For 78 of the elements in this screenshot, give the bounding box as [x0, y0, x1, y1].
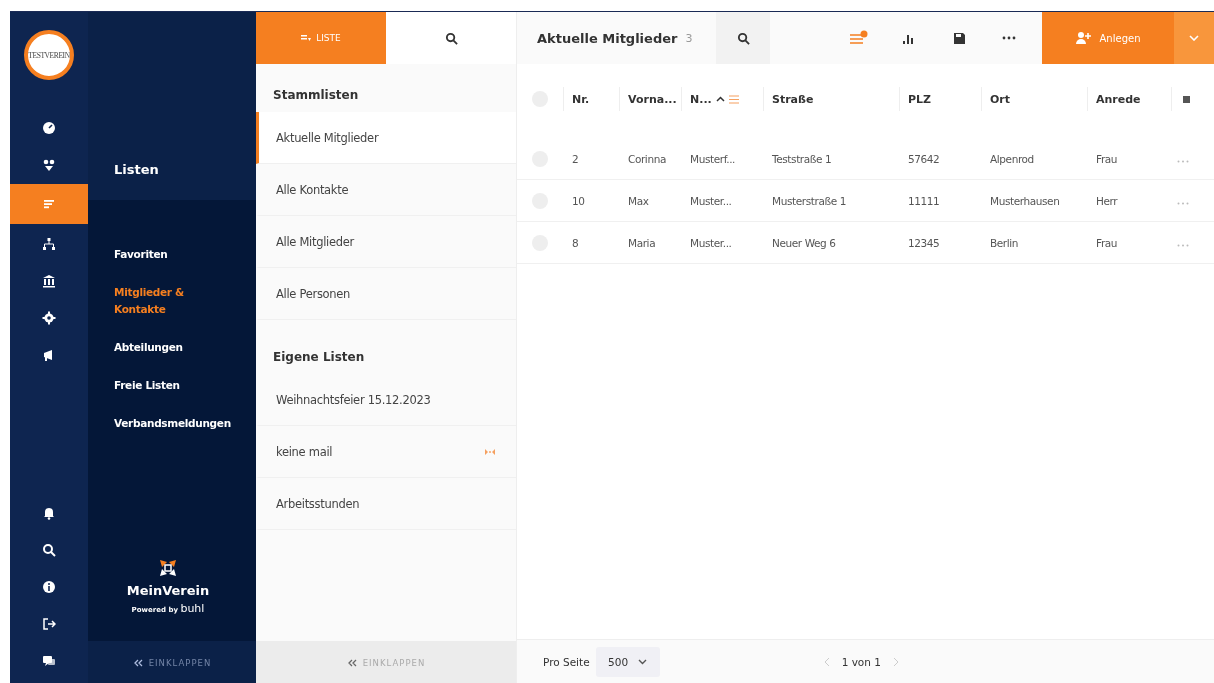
sort-icon [715, 96, 725, 102]
table-cell-text: Maria [627, 236, 657, 249]
table-cell-text: Berlin [989, 236, 1020, 249]
column-header[interactable]: PLZ [899, 87, 981, 111]
caret-icon [1189, 35, 1199, 41]
nav-link[interactable]: Mitglieder & Kontakte [114, 284, 204, 318]
row-menu-icon[interactable] [1177, 201, 1189, 205]
list-title: Aktuelle Mitglieder [537, 30, 678, 46]
bank-icon [42, 273, 56, 288]
settings-icon [42, 310, 56, 325]
table-cell-text: 2 [571, 152, 580, 165]
table-cell-text: Max [627, 194, 650, 207]
table-cell-text: 10 [571, 194, 586, 207]
per-page-select[interactable]: 500 [595, 647, 660, 677]
next-page-icon[interactable] [892, 657, 899, 667]
add-person-icon [1075, 32, 1092, 44]
table-cell-text: Neuer Weg 6 [771, 236, 837, 249]
nav-link[interactable]: Favoriten [114, 246, 204, 263]
table-cell-text: Alpenrod [989, 152, 1035, 165]
people-icon [42, 157, 56, 172]
table-cell-text: Herr [1095, 194, 1119, 207]
page-indicator: 1 von 1 [841, 656, 881, 668]
column-header[interactable]: Straße [763, 87, 899, 111]
list-icon [301, 33, 312, 43]
section-title: Listen [114, 162, 159, 177]
table-cell-text: Frau [1095, 236, 1119, 249]
table-cell-text: Frau [1095, 152, 1119, 165]
column-header[interactable]: Anrede [1087, 87, 1171, 111]
nav-link[interactable]: Abteilungen [114, 339, 204, 356]
collapse-button[interactable]: EINKLAPPEN [88, 641, 256, 683]
table-cell-text: Teststraße 1 [771, 152, 833, 165]
filter-icon [728, 94, 739, 104]
list-item[interactable]: Alle Mitglieder [256, 216, 516, 268]
nav-link[interactable]: Verbandsmeldungen [114, 415, 248, 432]
list-icon [42, 197, 56, 211]
columns-icon[interactable] [1183, 95, 1190, 103]
row-menu-icon[interactable] [1177, 243, 1189, 247]
list-item[interactable]: Weihnachtsfeier 15.12.2023 [256, 374, 516, 426]
list-item[interactable]: keine mail [256, 426, 516, 478]
search-icon [736, 31, 750, 45]
per-page-label: Pro Seite [543, 656, 590, 668]
hierarchy-icon [42, 236, 56, 251]
record-count: 3 [685, 31, 693, 45]
search-icon [444, 31, 458, 45]
list-item[interactable]: Alle Kontakte [256, 164, 516, 216]
chevrons-left-icon [346, 658, 357, 667]
column-header[interactable]: N... [681, 87, 763, 111]
column-header[interactable]: Nr. [563, 87, 619, 111]
table-cell-text: 8 [571, 236, 580, 249]
search-button[interactable] [716, 12, 771, 64]
table-cell-text: Musterhausen [989, 194, 1061, 207]
previous-page-icon[interactable] [823, 657, 830, 667]
brand-logo-icon [157, 557, 179, 579]
table-cell-text: Musterstraße 1 [771, 194, 847, 207]
bar-chart-icon [903, 32, 915, 44]
nav-link[interactable]: Freie Listen [114, 377, 204, 394]
brand-name: MeinVerein [126, 583, 210, 598]
group-title: Stammlisten [272, 88, 360, 104]
save-icon [953, 32, 965, 44]
table-cell-text: Muster... [689, 236, 733, 249]
caret-icon [638, 659, 648, 665]
column-header[interactable]: Vorna... [619, 87, 681, 111]
gauge-icon [42, 120, 56, 135]
table-cell-text: Musterf... [689, 152, 737, 165]
list-item[interactable]: Arbeitsstunden [256, 478, 516, 530]
more-icon [1002, 36, 1016, 40]
table-cell-text: 12345 [907, 236, 941, 249]
chevrons-left-icon [132, 658, 143, 667]
table-cell-text: Muster... [689, 194, 733, 207]
group-title: Eigene Listen [272, 350, 366, 366]
table-cell-text: 57642 [907, 152, 941, 165]
table-cell-text: 11111 [907, 194, 941, 207]
list-item[interactable]: Alle Personen [256, 268, 516, 320]
list-item[interactable]: Aktuelle Mitglieder [256, 112, 516, 164]
table-cell-text: Corinna [627, 152, 667, 165]
row-menu-icon[interactable] [1177, 159, 1189, 163]
filter-icon [849, 30, 869, 46]
column-header[interactable]: Ort [981, 87, 1087, 111]
